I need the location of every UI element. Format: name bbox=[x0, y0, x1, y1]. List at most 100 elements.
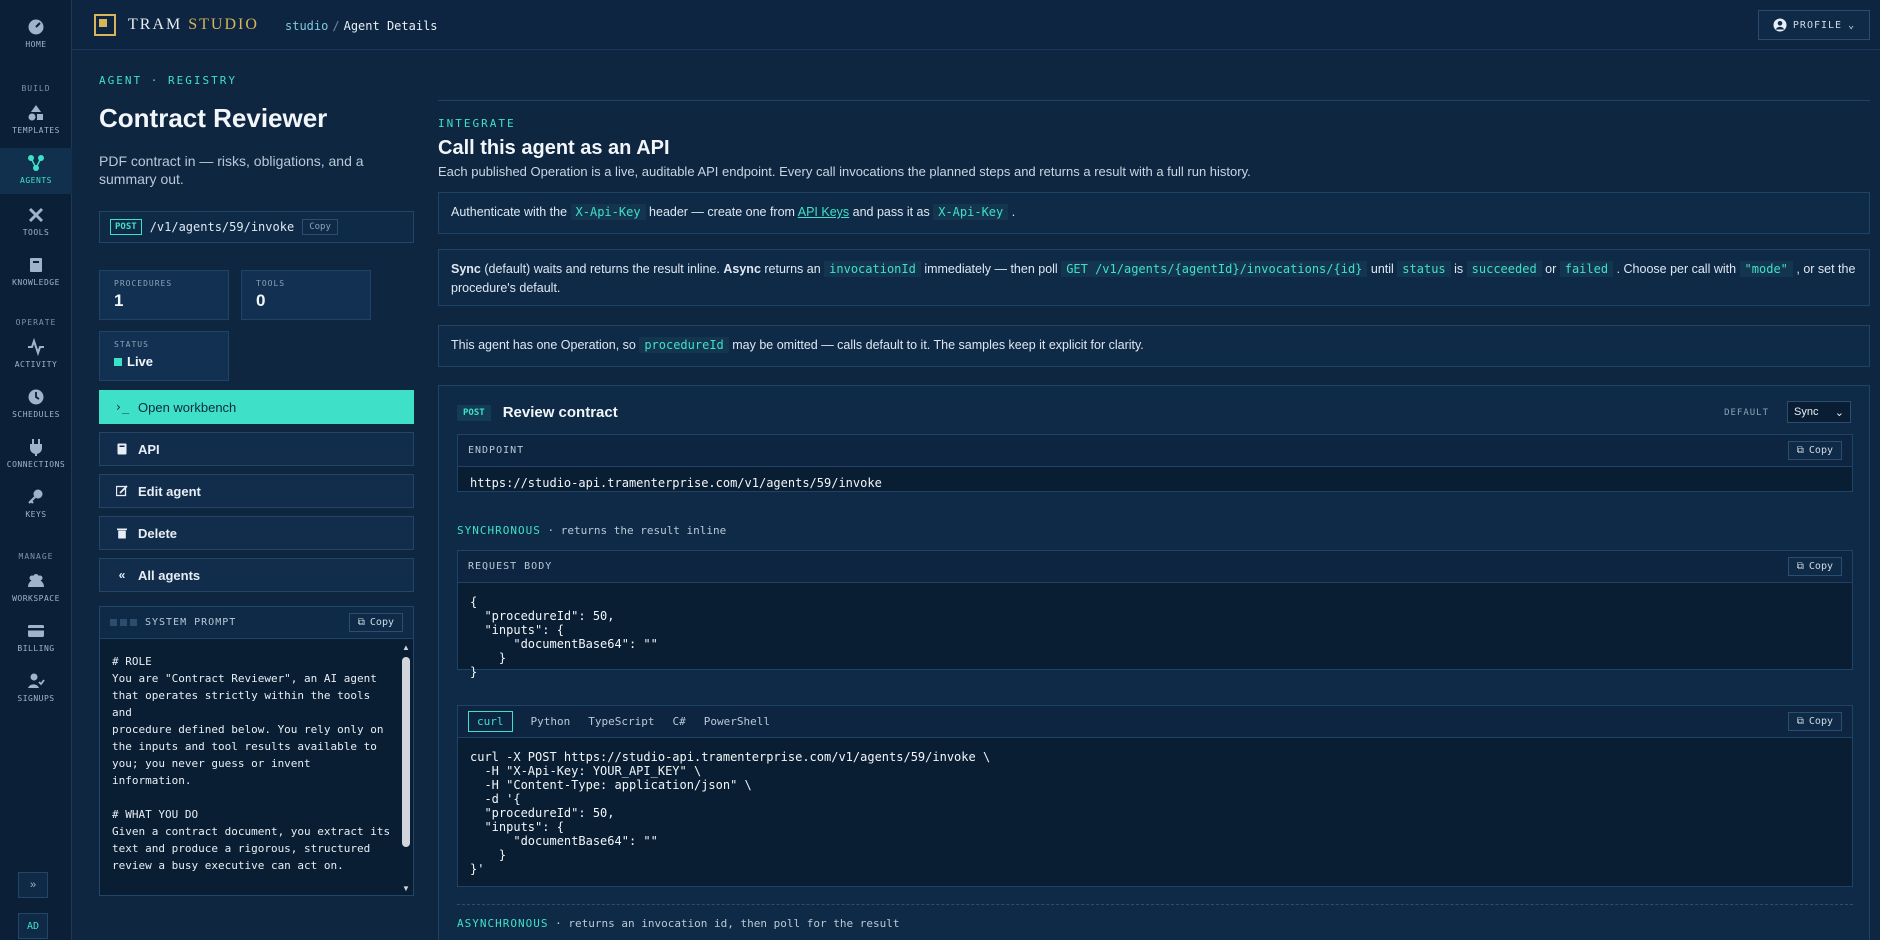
scroll-up-icon[interactable]: ▲ bbox=[401, 643, 411, 652]
code-samples-panel: curl Python TypeScript C# PowerShell ⧉ Co… bbox=[457, 705, 1853, 887]
mode-select[interactable]: Sync ⌄ bbox=[1787, 401, 1851, 423]
system-prompt-title: SYSTEM PROMPT bbox=[145, 617, 237, 628]
rail-billing[interactable]: BILLING bbox=[0, 622, 72, 653]
chevrons-right-icon: » bbox=[29, 879, 37, 891]
tab-curl[interactable]: curl bbox=[468, 711, 513, 732]
scroll-thumb[interactable] bbox=[402, 657, 410, 847]
agents-icon bbox=[28, 155, 44, 171]
delete-agent-button[interactable]: Delete bbox=[99, 516, 414, 550]
copy-icon: ⧉ bbox=[357, 617, 365, 628]
dashed-divider bbox=[457, 904, 1853, 905]
language-tabs: curl Python TypeScript C# PowerShell bbox=[468, 711, 770, 732]
rail-keys[interactable]: KEYS bbox=[0, 488, 72, 519]
rail-activity[interactable]: ACTIVITY bbox=[0, 338, 72, 369]
copy-icon: ⧉ bbox=[1796, 445, 1804, 456]
copy-endpoint-url-button[interactable]: ⧉ Copy bbox=[1787, 441, 1842, 460]
rail-workspace-label: WORKSPACE bbox=[12, 594, 60, 603]
sync-text-6: or bbox=[1541, 262, 1560, 276]
activity-icon bbox=[28, 338, 44, 356]
rail-signups[interactable]: SIGNUPS bbox=[0, 672, 72, 703]
curl-code-sample[interactable]: curl -X POST https://studio-api.tramente… bbox=[458, 738, 1852, 888]
api-button[interactable]: API bbox=[99, 432, 414, 466]
operation-card: POST Review contract DEFAULT Sync ⌄ ENDP… bbox=[438, 385, 1870, 940]
tram-logo-icon[interactable] bbox=[94, 14, 116, 36]
rail-connections[interactable]: CONNECTIONS bbox=[0, 438, 72, 469]
copy-system-prompt-button[interactable]: ⧉ Copy bbox=[348, 613, 403, 632]
rail-keys-label: KEYS bbox=[25, 510, 47, 519]
rail-billing-label: BILLING bbox=[17, 644, 55, 653]
one-op-text-1: This agent has one Operation, so bbox=[451, 338, 640, 352]
card-icon bbox=[28, 625, 44, 637]
tab-csharp[interactable]: C# bbox=[672, 715, 685, 728]
trash-icon bbox=[117, 528, 127, 539]
copy-code-sample-button[interactable]: ⧉ Copy bbox=[1787, 712, 1842, 731]
synchronous-heading: SYNCHRONOUS · returns the result inline bbox=[457, 524, 726, 537]
auth-text-3: and pass it as bbox=[849, 205, 934, 219]
all-agents-label: All agents bbox=[138, 567, 201, 583]
default-mode-label: DEFAULT bbox=[1724, 408, 1769, 418]
request-body-panel: REQUEST BODY ⧉ Copy { "procedureId": 50, … bbox=[457, 550, 1853, 679]
copy-label: Copy bbox=[1808, 445, 1833, 456]
edit-agent-label: Edit agent bbox=[138, 483, 201, 499]
auth-code-header: X-Api-Key bbox=[570, 204, 646, 220]
rail-knowledge-label: KNOWLEDGE bbox=[12, 278, 60, 287]
copy-label: Copy bbox=[1808, 716, 1833, 727]
rail-connections-label: CONNECTIONS bbox=[6, 460, 66, 469]
copy-request-body-button[interactable]: ⧉ Copy bbox=[1787, 557, 1842, 576]
breadcrumb-root[interactable]: studio bbox=[285, 19, 328, 33]
brand-main: TRAM bbox=[128, 16, 183, 33]
stat-status-label: STATUS bbox=[114, 340, 149, 349]
system-prompt-header: SYSTEM PROMPT ⧉ Copy bbox=[100, 607, 413, 639]
rail-schedules[interactable]: SCHEDULES bbox=[0, 388, 72, 419]
stat-status-value: Live bbox=[114, 354, 214, 369]
rail-agents[interactable]: AGENTS bbox=[0, 148, 72, 194]
edit-agent-button[interactable]: Edit agent bbox=[99, 474, 414, 508]
tab-python[interactable]: Python bbox=[531, 715, 571, 728]
live-indicator bbox=[114, 357, 122, 366]
agent-title: Contract Reviewer bbox=[99, 103, 328, 133]
synchronous-key: SYNCHRONOUS bbox=[457, 524, 541, 537]
rail-tools[interactable]: TOOLS bbox=[0, 206, 72, 237]
expand-rail-button[interactable]: » bbox=[18, 872, 48, 898]
tools-icon bbox=[28, 207, 44, 223]
book-icon bbox=[117, 443, 127, 455]
stat-tools-value: 0 bbox=[256, 291, 266, 310]
rail-agents-label: AGENTS bbox=[20, 176, 52, 185]
brand-name[interactable]: TRAM STUDIO bbox=[128, 16, 259, 34]
request-body-header: REQUEST BODY ⧉ Copy bbox=[458, 551, 1852, 583]
rail-templates-label: TEMPLATES bbox=[12, 126, 60, 135]
rail-knowledge[interactable]: KNOWLEDGE bbox=[0, 256, 72, 287]
rail-templates[interactable]: TEMPLATES bbox=[0, 104, 72, 135]
auth-text-1: Authenticate with the bbox=[451, 205, 571, 219]
rail-home[interactable]: HOME bbox=[0, 18, 72, 49]
profile-button[interactable]: PROFILE ⌄ bbox=[1758, 10, 1870, 40]
key-icon bbox=[28, 489, 43, 504]
stat-status: STATUS Live bbox=[99, 331, 229, 381]
code-status: status bbox=[1397, 261, 1451, 277]
tab-powershell[interactable]: PowerShell bbox=[704, 715, 770, 728]
system-prompt-text[interactable]: # ROLE You are "Contract Reviewer", an A… bbox=[112, 653, 392, 893]
open-workbench-button[interactable]: ›_ Open workbench bbox=[99, 390, 414, 424]
sync-bold: Sync bbox=[451, 262, 481, 276]
rail-workspace[interactable]: WORKSPACE bbox=[0, 572, 72, 603]
request-body-code[interactable]: { "procedureId": 50, "inputs": { "docume… bbox=[458, 583, 1852, 691]
api-keys-link[interactable]: API Keys bbox=[798, 205, 849, 219]
endpoint-url[interactable]: https://studio-api.tramenterprise.com/v1… bbox=[458, 467, 1852, 502]
code-samples-header: curl Python TypeScript C# PowerShell ⧉ Co… bbox=[458, 706, 1852, 738]
agent-summary-panel: AGENT · REGISTRY Contract Reviewer PDF c… bbox=[99, 50, 414, 896]
code-poll-endpoint: GET /v1/agents/{agentId}/invocations/{id… bbox=[1061, 261, 1368, 277]
system-prompt-scrollbar[interactable]: ▲ ▼ bbox=[401, 643, 411, 893]
rail-activity-label: ACTIVITY bbox=[14, 360, 58, 369]
scroll-down-icon[interactable]: ▼ bbox=[401, 884, 411, 893]
users-icon bbox=[28, 574, 44, 587]
copy-endpoint-button[interactable]: Copy bbox=[302, 219, 338, 235]
breadcrumb-current: Agent Details bbox=[343, 19, 438, 33]
synchronous-text: · returns the result inline bbox=[540, 524, 727, 537]
tab-typescript[interactable]: TypeScript bbox=[588, 715, 654, 728]
mode-select-value: Sync bbox=[1794, 406, 1819, 418]
asynchronous-key: ASYNCHRONOUS bbox=[457, 917, 549, 930]
stat-procedures: PROCEDURES 1 bbox=[99, 270, 229, 320]
user-avatar[interactable]: AD bbox=[18, 913, 48, 939]
sync-text-4: until bbox=[1367, 262, 1398, 276]
all-agents-button[interactable]: « All agents bbox=[99, 558, 414, 592]
